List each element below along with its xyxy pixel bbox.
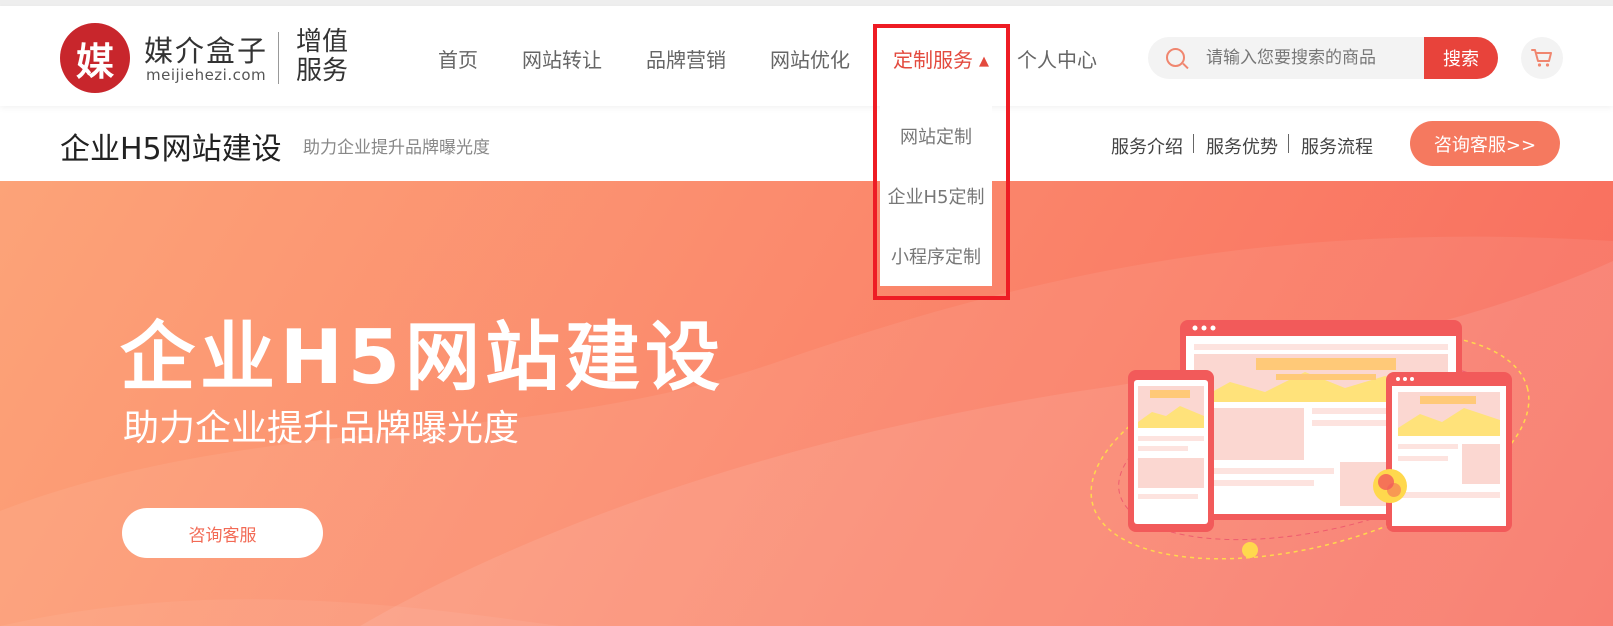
hero-banner: 企业H5网站建设 助力企业提升品牌曝光度 咨询客服 <box>0 181 1613 626</box>
dropdown-item-website-custom[interactable]: 网站定制 <box>880 123 992 149</box>
sub-header: 企业H5网站建设 助力企业提升品牌曝光度 服务介绍 服务优势 服务流程 咨询客服… <box>0 106 1613 181</box>
subnav-service-intro[interactable]: 服务介绍 <box>1111 133 1183 159</box>
subnav-service-advantages[interactable]: 服务优势 <box>1206 133 1278 159</box>
nav-item-site-optimization[interactable]: 网站优化 <box>770 44 850 73</box>
site-header: 媒 媒介盒子 meijiehezi.com 增值服务 首页 网站转让 品牌营销 … <box>0 6 1613 106</box>
nav-item-site-transfer[interactable]: 网站转让 <box>522 44 602 73</box>
nav-item-custom-service-label: 定制服务 <box>893 48 973 72</box>
nav-item-user-center[interactable]: 个人中心 <box>1017 44 1097 73</box>
dropdown-item-h5-custom[interactable]: 企业H5定制 <box>880 183 992 209</box>
cart-button[interactable] <box>1521 37 1563 79</box>
subnav-divider <box>1288 134 1289 153</box>
search-bar: 搜索 <box>1148 37 1498 79</box>
logo-divider <box>278 32 279 84</box>
logo-subtitle: 增值服务 <box>296 27 349 86</box>
search-icon <box>1166 48 1185 67</box>
subnav-divider <box>1193 134 1194 153</box>
nav-item-brand-marketing[interactable]: 品牌营销 <box>646 44 726 73</box>
search-input[interactable] <box>1206 37 1421 79</box>
devices-illustration <box>1090 320 1530 560</box>
dropdown-item-miniprogram-custom[interactable]: 小程序定制 <box>880 243 992 269</box>
nav-item-custom-service[interactable]: 定制服务 ▲ <box>893 44 989 73</box>
subnav-service-process[interactable]: 服务流程 <box>1301 133 1373 159</box>
banner-consult-button[interactable]: 咨询客服 <box>122 508 323 558</box>
banner-title: 企业H5网站建设 <box>120 313 725 401</box>
nav-item-home[interactable]: 首页 <box>438 44 478 73</box>
banner-subtitle: 助力企业提升品牌曝光度 <box>123 408 520 449</box>
logo-domain: meijiehezi.com <box>146 66 267 84</box>
caret-up-icon: ▲ <box>979 54 989 69</box>
consult-service-button[interactable]: 咨询客服>> <box>1410 121 1560 166</box>
custom-service-dropdown: 网站定制 企业H5定制 小程序定制 <box>880 106 992 286</box>
search-button[interactable]: 搜索 <box>1424 37 1498 79</box>
logo-icon[interactable]: 媒 <box>60 23 130 93</box>
page-tagline: 助力企业提升品牌曝光度 <box>303 138 490 158</box>
cart-icon <box>1531 49 1552 67</box>
page-title: 企业H5网站建设 <box>60 132 282 167</box>
logo-name[interactable]: 媒介盒子 <box>144 28 268 70</box>
